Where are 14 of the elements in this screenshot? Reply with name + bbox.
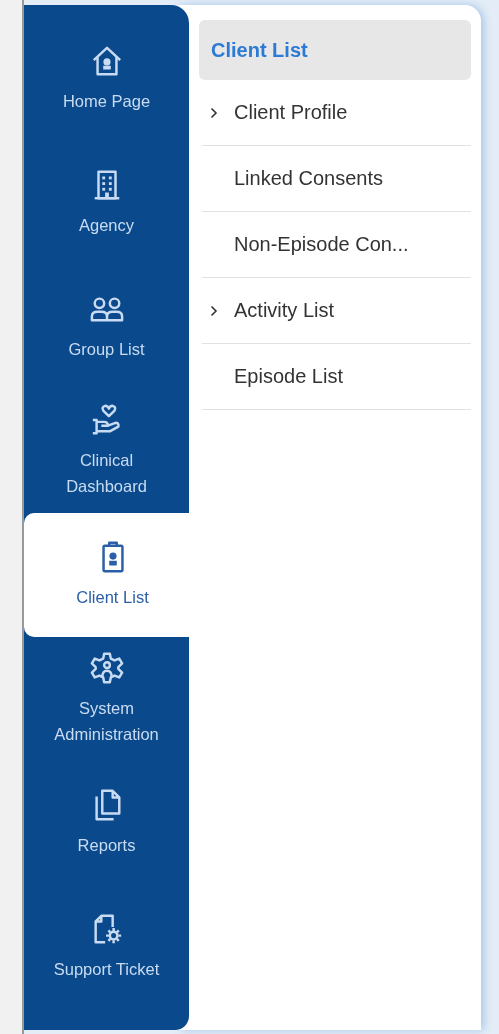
sidebar-item[interactable]: Support Ticket xyxy=(24,885,189,1009)
submenu-item[interactable]: Linked Consents xyxy=(202,146,471,212)
sidebar-item[interactable]: Reports xyxy=(24,761,189,885)
submenu-item[interactable]: Episode List xyxy=(202,344,471,410)
sidebar-item[interactable]: Agency xyxy=(24,141,189,265)
sidebar-item[interactable]: Clinical Dashboard xyxy=(24,389,189,513)
sidebar-item[interactable]: Group List xyxy=(24,265,189,389)
sidebar-item[interactable]: System Administration xyxy=(24,637,189,761)
gear-icon xyxy=(89,650,124,685)
submenu-item[interactable]: Client Profile xyxy=(202,80,471,146)
submenu-item[interactable]: Activity List xyxy=(202,278,471,344)
sidebar-item[interactable]: Home Page xyxy=(24,17,189,141)
submenu-title[interactable]: Client List xyxy=(199,20,471,80)
submenu-item[interactable]: Non-Episode Con... xyxy=(202,212,471,278)
